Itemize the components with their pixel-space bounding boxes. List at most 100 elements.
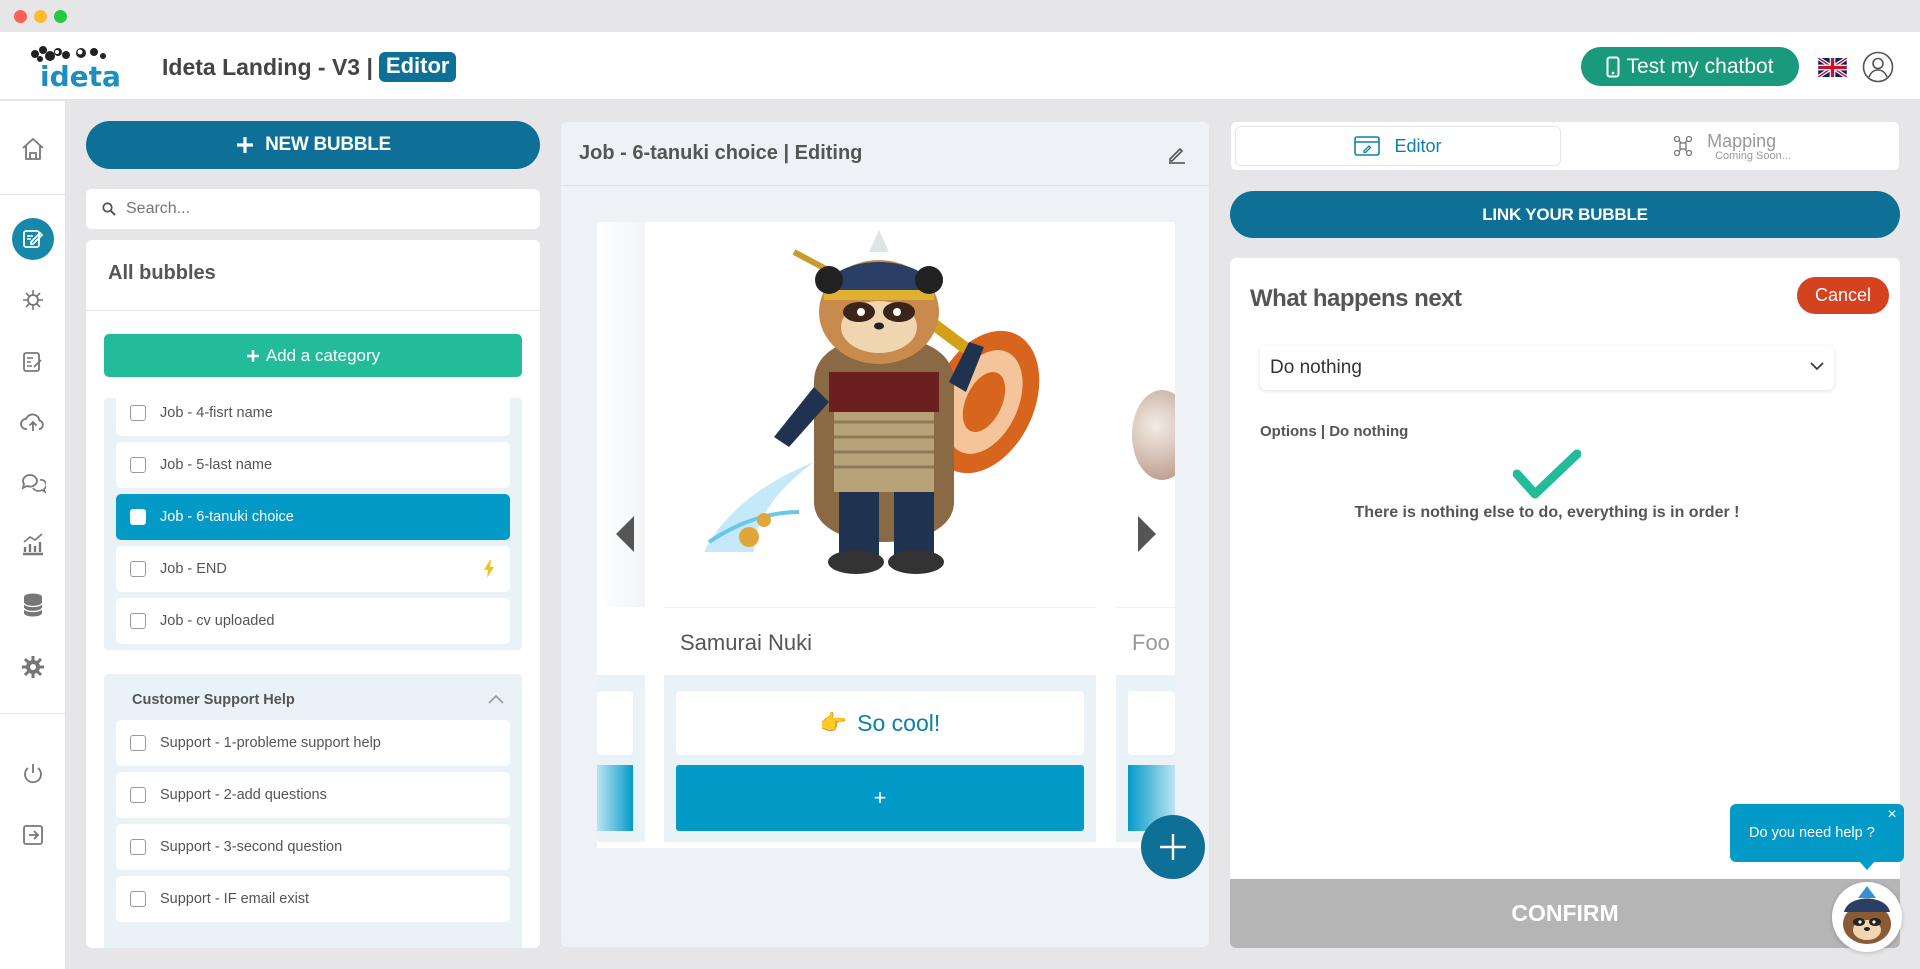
test-chatbot-button[interactable]: Test my chatbot <box>1581 47 1799 86</box>
confirm-button[interactable]: CONFIRM <box>1230 879 1900 948</box>
next-action-select[interactable]: Do nothing <box>1260 346 1834 390</box>
mapping-icon <box>1673 135 1693 157</box>
item-label: Job - 4-fisrt name <box>160 405 273 421</box>
list-item[interactable]: Job - END <box>116 546 510 592</box>
new-bubble-button[interactable]: NEW BUBBLE <box>86 121 540 169</box>
item-checkbox[interactable] <box>130 839 146 855</box>
add-card-fab[interactable] <box>1141 815 1205 879</box>
nav-deploy[interactable] <box>12 401 54 443</box>
right-panel-tabs: Editor Mapping Coming Soon... <box>1230 121 1900 171</box>
editor-window-icon <box>1354 136 1381 156</box>
item-label: Job - cv uploaded <box>160 613 275 629</box>
cancel-button[interactable]: Cancel <box>1797 277 1889 314</box>
add-category-label: Add a category <box>265 345 381 365</box>
add-button-to-card[interactable]: + <box>676 765 1084 831</box>
close-window-button[interactable] <box>14 10 27 23</box>
carousel-next-arrow-icon[interactable] <box>1135 514 1159 554</box>
search-input[interactable] <box>126 200 506 218</box>
list-item[interactable]: Job - 5-last name <box>116 442 510 488</box>
item-checkbox[interactable] <box>130 405 146 421</box>
app-title: Ideta Landing - V3 | Editor <box>162 52 457 82</box>
edit-bubbles-icon <box>23 230 44 248</box>
list-item[interactable]: Job - cv uploaded <box>116 598 510 644</box>
help-text: Do you need help ? <box>1749 825 1875 841</box>
chat-icon <box>21 474 46 494</box>
list-item[interactable]: Job - 4-fisrt name <box>116 390 510 436</box>
list-item[interactable]: Support - IF email exist <box>116 876 510 922</box>
nav-edit-bubbles[interactable] <box>12 218 54 260</box>
chevron-up-icon[interactable] <box>488 694 504 704</box>
list-item[interactable]: Support - 1-probleme support help <box>116 720 510 766</box>
form-icon <box>23 352 42 372</box>
link-your-bubble-button[interactable]: LINK YOUR BUBBLE <box>1230 191 1900 238</box>
nav-database[interactable] <box>12 584 54 626</box>
item-checkbox[interactable] <box>130 787 146 803</box>
item-label: Job - END <box>160 561 227 577</box>
item-label: Support - IF email exist <box>160 891 310 907</box>
settings-icon <box>22 656 44 678</box>
help-close-icon[interactable]: × <box>1885 807 1899 823</box>
nav-exit[interactable] <box>12 814 54 856</box>
card-carousel: Samurai Nuki 👉 So cool! + Foo <box>597 222 1175 848</box>
tab-mapping[interactable]: Mapping Coming Soon... <box>1569 126 1895 166</box>
item-checkbox[interactable] <box>130 457 146 473</box>
nav-separator <box>0 713 66 714</box>
uk-flag-icon[interactable] <box>1818 58 1847 77</box>
item-checkbox[interactable] <box>130 613 146 629</box>
tab-editor[interactable]: Editor <box>1235 126 1561 166</box>
cloud-upload-icon <box>20 413 44 431</box>
choice-button-label: So cool! <box>857 709 941 736</box>
analytics-icon <box>23 533 43 556</box>
category-title: Customer Support Help <box>132 692 295 708</box>
list-item[interactable]: Support - 3-second question <box>116 824 510 870</box>
card-title[interactable]: Samurai Nuki <box>664 607 1096 675</box>
item-label: Support - 1-probleme support help <box>160 735 381 751</box>
help-bubble-tail <box>1858 860 1876 870</box>
help-bubble[interactable]: Do you need help ? <box>1730 804 1904 862</box>
nav-forms[interactable] <box>12 341 54 383</box>
editor-badge: Editor <box>378 52 457 82</box>
nav-logout[interactable] <box>12 753 54 795</box>
list-item[interactable]: Support - 2-add questions <box>116 772 510 818</box>
top-bar: ideta Ideta Landing - V3 | Editor Test m… <box>0 32 1920 100</box>
nav-home[interactable] <box>12 128 54 170</box>
maximize-window-button[interactable] <box>54 10 67 23</box>
job-category: Job - 4-fisrt name Job - 5-last name Job… <box>104 390 522 650</box>
item-checkbox[interactable] <box>130 735 146 751</box>
carousel-prev-arrow-icon[interactable] <box>613 514 637 554</box>
item-checkbox[interactable] <box>130 891 146 907</box>
status-message: There is nothing else to do, everything … <box>1354 504 1740 521</box>
nav-settings[interactable] <box>12 646 54 688</box>
test-chatbot-label: Test my chatbot <box>1626 54 1774 78</box>
pointing-hand-icon: 👉 <box>819 710 848 735</box>
plus-icon <box>246 349 259 362</box>
pencil-icon[interactable] <box>1167 144 1187 164</box>
item-checkbox[interactable] <box>130 509 146 525</box>
item-checkbox[interactable] <box>130 561 146 577</box>
nav-conversations[interactable] <box>12 462 54 504</box>
ideta-logo[interactable]: ideta <box>26 44 136 93</box>
minimize-window-button[interactable] <box>34 10 47 23</box>
next-card-title[interactable]: Foo <box>1116 607 1175 675</box>
item-label: Support - 2-add questions <box>160 787 327 803</box>
carousel-card[interactable]: Samurai Nuki 👉 So cool! + <box>664 222 1096 842</box>
help-chatbot-avatar[interactable] <box>1832 882 1902 952</box>
new-bubble-label: NEW BUBBLE <box>265 134 391 155</box>
list-item-selected[interactable]: Job - 6-tanuki choice <box>116 494 510 540</box>
customer-support-category: Customer Support Help Support - 1-proble… <box>104 674 522 948</box>
editor-title: Job - 6-tanuki choice | Editing <box>579 142 863 164</box>
tanuki-avatar-icon <box>1833 883 1901 951</box>
nav-ai[interactable] <box>12 279 54 321</box>
bubble-editor: Job - 6-tanuki choice | Editing Samurai … <box>560 121 1210 948</box>
checkmark-icon <box>1513 449 1581 499</box>
bolt-icon <box>484 560 494 578</box>
user-account-icon[interactable] <box>1862 51 1894 83</box>
left-navigation <box>0 101 66 969</box>
nav-analytics[interactable] <box>12 523 54 565</box>
card-choice-button[interactable]: 👉 So cool! <box>676 691 1084 755</box>
project-name: Ideta Landing - V3 | <box>162 53 373 80</box>
add-category-button[interactable]: Add a category <box>104 334 522 377</box>
nav-separator <box>0 194 66 195</box>
card-image[interactable] <box>664 222 1096 607</box>
item-label: Job - 5-last name <box>160 457 273 473</box>
